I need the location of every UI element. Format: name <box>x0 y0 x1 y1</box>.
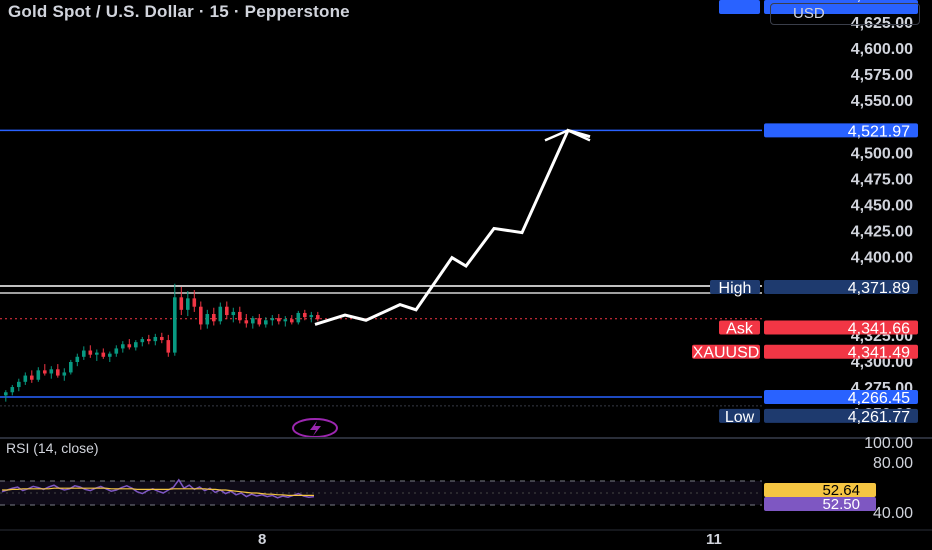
candle-body <box>238 311 242 321</box>
price-label-ask: 4,341.66 Ask <box>719 320 918 338</box>
candle-body <box>147 339 151 342</box>
projection-path <box>314 128 591 326</box>
candle-body <box>127 344 132 348</box>
candle-body <box>62 372 67 376</box>
price-label-tag: XAUUSD <box>693 345 760 362</box>
currency-selector[interactable]: USD <box>770 3 920 25</box>
candle-body <box>95 352 99 355</box>
candle-body <box>69 362 73 373</box>
candle-body <box>36 370 41 380</box>
candle-body <box>316 315 320 320</box>
price-tick-label: 4,475.00 <box>851 171 913 188</box>
price-label-tag: Low <box>725 409 755 426</box>
candle-body <box>160 336 164 341</box>
candle-body <box>17 381 21 388</box>
candle-body <box>290 319 294 323</box>
candle-body <box>82 350 86 357</box>
price-label-value: 4,341.49 <box>848 345 910 362</box>
price-label-tag: Ask <box>726 321 754 338</box>
candle-body <box>186 298 190 310</box>
candle-body <box>166 340 171 353</box>
candle-body <box>244 320 249 324</box>
rsi-tick-label: 40.00 <box>873 505 913 522</box>
rsi-tick-label: 100.00 <box>864 435 913 452</box>
candle-body <box>114 348 119 354</box>
candle-body <box>303 312 307 318</box>
candle-body <box>101 352 106 357</box>
candle-body <box>173 297 177 353</box>
price-label-tag: High <box>719 280 752 297</box>
candle-body <box>283 319 288 322</box>
candle-body <box>121 344 125 349</box>
price-label-tag: Bid <box>728 0 751 4</box>
candle-body <box>30 375 34 380</box>
candle-body <box>309 315 314 318</box>
candle-body <box>75 356 80 362</box>
price-label-value: 4,261.77 <box>848 409 910 426</box>
candle-body <box>231 311 236 316</box>
candle-body <box>179 297 184 310</box>
candle-body <box>225 306 229 316</box>
x-tick-8: 8 <box>258 531 267 548</box>
price-label-resistance: 4,521.97 <box>764 123 918 140</box>
candle-body <box>56 369 60 376</box>
price-tick-label: 4,575.00 <box>851 67 913 84</box>
flash-icon <box>310 421 321 436</box>
candle-body <box>153 336 158 342</box>
candle-body <box>270 318 275 321</box>
price-tick-label: 4,425.00 <box>851 224 913 241</box>
chart-title: Gold Spot / U.S. Dollar · 15 · Peppersto… <box>8 2 350 21</box>
price-tick-label: 4,550.00 <box>851 93 913 110</box>
price-label-value: 4,371.89 <box>848 280 910 297</box>
candle-body <box>108 353 112 357</box>
candle-body <box>296 312 301 323</box>
price-label-value: 4,521.97 <box>848 123 910 140</box>
candle-body <box>88 350 93 355</box>
candle-body <box>192 298 197 307</box>
candle-body <box>212 314 216 322</box>
candle-body <box>257 318 262 325</box>
price-tick-label: 4,450.00 <box>851 198 913 215</box>
rsi-tick-label: 80.00 <box>873 455 913 472</box>
candle-body <box>4 392 8 396</box>
price-tick-label: 4,500.00 <box>851 145 913 162</box>
price-tick-label: 4,600.00 <box>851 41 913 58</box>
candle-body <box>10 387 15 393</box>
rsi-value-label: 52.50 <box>822 496 860 513</box>
candle-body <box>199 306 203 325</box>
candle-body <box>251 318 255 324</box>
candle-body <box>49 369 54 374</box>
candle-body <box>23 375 28 382</box>
price-label-high: 4,371.89 High <box>710 279 918 297</box>
chart-canvas[interactable]: 4,625.004,600.004,575.004,550.004,500.00… <box>0 0 932 550</box>
candle-body <box>43 370 47 374</box>
price-label-value: 4,341.66 <box>848 321 910 338</box>
price-label-support: 4,266.45 <box>764 390 918 407</box>
price-label-last: 4,341.49 XAUUSD <box>692 344 918 362</box>
price-label-value: 4,266.45 <box>848 390 910 407</box>
x-tick-11: 11 <box>706 531 722 548</box>
candle-body <box>205 314 210 325</box>
candle-body <box>134 342 138 348</box>
price-axis: 4,625.004,600.004,575.004,550.004,500.00… <box>692 0 918 522</box>
rsi-pane <box>0 478 762 506</box>
candle-body <box>218 306 223 322</box>
price-label-low: 4,261.77 Low <box>719 408 918 426</box>
candle-body <box>264 320 268 325</box>
rsi-title: RSI (14, close) <box>6 440 99 456</box>
candle-body <box>277 318 281 322</box>
price-tick-label: 4,400.00 <box>851 250 913 267</box>
candle-body <box>140 339 145 343</box>
